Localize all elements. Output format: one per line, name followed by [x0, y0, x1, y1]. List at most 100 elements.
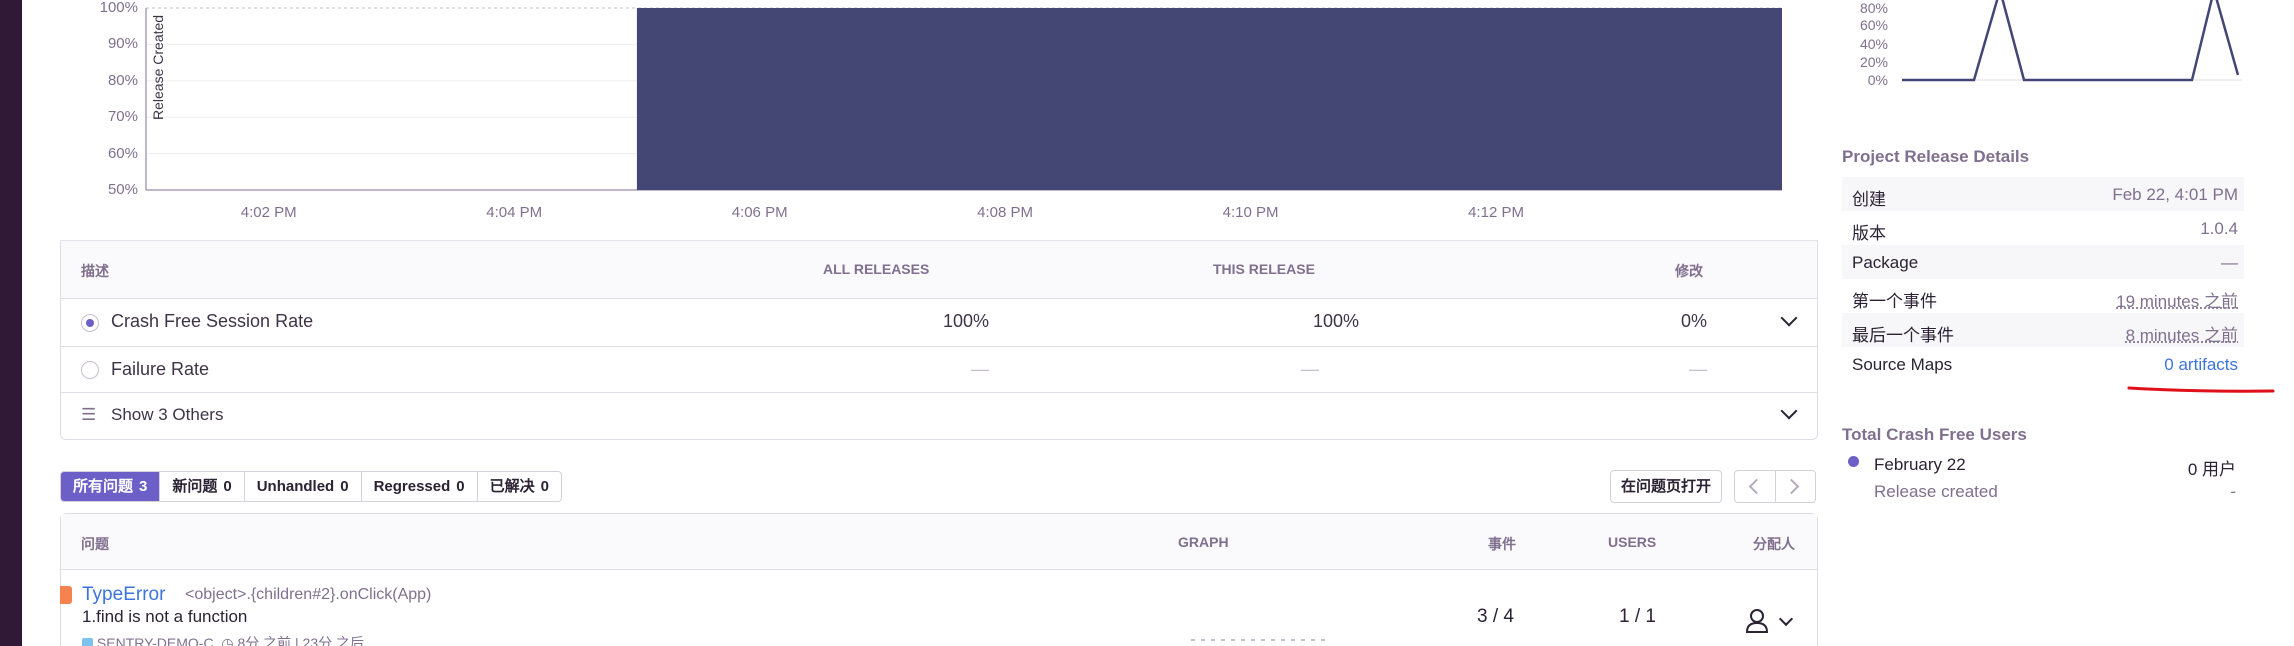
row-label: Failure Rate — [111, 359, 210, 379]
issue-events: 3 / 4 — [1477, 606, 1514, 627]
tab-count: 0 — [540, 478, 549, 495]
issue-culprit: <object>.{children#2}.onClick(App) — [185, 586, 432, 603]
issue-users: 1 / 1 — [1619, 606, 1656, 627]
last-event-link[interactable]: 8 minutes 之前 — [2126, 321, 2238, 346]
chevron-left-icon — [1748, 478, 1765, 495]
detail-key: 最后一个事件 — [1852, 326, 1954, 345]
spark-ytick: 40% — [1859, 36, 1888, 52]
col-all-releases: ALL RELEASES — [823, 261, 930, 277]
tab-count: 0 — [340, 478, 349, 495]
table-row[interactable]: Crash Free Session Rate 100% 100% 0% — [61, 299, 1817, 347]
tab-unhandled[interactable]: Unhandled 0 — [245, 472, 362, 501]
col-change: 修改 — [1675, 263, 1703, 279]
x-tick-label: 4:06 PM — [731, 204, 788, 221]
spark-ytick: 60% — [1859, 17, 1888, 33]
detail-value: 1.0.4 — [2200, 219, 2238, 238]
radio-selected[interactable] — [81, 314, 99, 332]
spark-ytick: 0% — [1867, 72, 1888, 88]
crash-free-chart: 100% 90% 80% 70% 60% 50% 4:02 PM 4:04 PM 4:06 PM… — [60, 0, 1818, 240]
issues-list: 问题 GRAPH 事件 USERS 分配人 TypeError <object>… — [60, 513, 1818, 646]
row-this: — — [1301, 359, 1319, 379]
detail-key: 版本 — [1852, 224, 1886, 243]
table-header: 描述 ALL RELEASES THIS RELEASE 修改 — [61, 241, 1817, 299]
prev-page-button[interactable] — [1735, 471, 1776, 502]
row-all: — — [971, 359, 989, 379]
tab-count: 0 — [223, 478, 232, 495]
tab-label: Unhandled — [256, 478, 335, 495]
detail-value: — — [2221, 253, 2238, 272]
crash-free-users-title: Total Crash Free Users — [1842, 425, 2027, 444]
sparkline-chart — [1902, 0, 2242, 82]
x-tick-label: 4:10 PM — [1222, 204, 1279, 221]
col-users: USERS — [1608, 534, 1657, 550]
col-events: 事件 — [1488, 536, 1516, 552]
chart-canvas — [145, 7, 1782, 191]
detail-row: 创建 Feb 22, 4:01 PM — [1842, 177, 2244, 211]
row-label: Crash Free Session Rate — [111, 311, 314, 331]
series-dot — [1848, 456, 1859, 467]
detail-key: 第一个事件 — [1852, 292, 1937, 311]
source-maps-link[interactable]: 0 artifacts — [2164, 355, 2238, 375]
row-this: 100% — [1312, 311, 1359, 331]
tab-label: 新问题 — [172, 478, 218, 495]
detail-key: Package — [1852, 253, 1919, 272]
open-in-issues-button[interactable]: 在问题页打开 — [1610, 470, 1723, 503]
y-tick-label: 60% — [107, 144, 138, 162]
show-others-label: Show 3 Others — [111, 405, 224, 424]
col-this-release: THIS RELEASE — [1213, 261, 1315, 277]
y-tick-label: 90% — [107, 35, 138, 53]
y-tick-label: 70% — [107, 108, 138, 126]
chevron-down-icon[interactable] — [1778, 611, 1794, 627]
issue-time: 8分 之前 | 23分 之后 — [237, 635, 365, 646]
clock-icon: ◷ — [221, 635, 234, 646]
release-created-label: Release created — [1874, 482, 1998, 501]
radio-unselected[interactable] — [81, 361, 99, 379]
detail-row: Source Maps 0 artifacts — [1842, 347, 2244, 381]
tab-regressed[interactable]: Regressed 0 — [362, 472, 478, 501]
y-tick-label: 50% — [107, 181, 138, 198]
x-tick-label: 4:12 PM — [1468, 204, 1524, 221]
col-assignee: 分配人 — [1753, 536, 1795, 552]
chevron-down-icon[interactable] — [1780, 309, 1798, 327]
col-desc: 描述 — [81, 263, 109, 279]
release-details-title: Project Release Details — [1842, 147, 2030, 166]
detail-row: 版本 1.0.4 — [1842, 211, 2244, 245]
next-page-button[interactable] — [1776, 471, 1816, 502]
tab-resolved[interactable]: 已解决 0 — [478, 472, 561, 501]
detail-key: 创建 — [1852, 190, 1886, 209]
tab-label: 已解决 — [489, 478, 535, 495]
level-indicator — [60, 586, 72, 604]
crash-free-date: February 22 — [1874, 455, 1966, 474]
release-created-value: - — [2230, 482, 2236, 501]
spark-ytick: 20% — [1859, 54, 1888, 70]
red-annotation-mark — [2127, 386, 2275, 393]
first-event-link[interactable]: 19 minutes 之前 — [2116, 287, 2238, 312]
spark-ytick: 80% — [1859, 0, 1888, 16]
release-sidebar: 80% 60% 40% 20% 0% Project Release Detai… — [1842, 0, 2275, 646]
issue-message: 1.find is not a function — [82, 607, 248, 626]
issue-title-link[interactable]: TypeError — [82, 584, 165, 606]
chevron-right-icon — [1783, 478, 1799, 495]
tab-count: 0 — [456, 478, 465, 495]
row-change: 0% — [1680, 311, 1707, 331]
tab-label: 所有问题 — [73, 478, 134, 495]
detail-value: Feb 22, 4:01 PM — [2112, 185, 2238, 204]
table-row[interactable]: Failure Rate — — — — [61, 347, 1817, 393]
release-created-marker: Release Created — [150, 14, 166, 120]
show-others-row[interactable]: ☰ Show 3 Others — [61, 393, 1817, 439]
col-issue: 问题 — [81, 536, 109, 552]
user-icon[interactable] — [1745, 608, 1769, 634]
issue-graph — [1191, 639, 1331, 641]
issues-header: 问题 GRAPH 事件 USERS 分配人 — [61, 514, 1817, 570]
chevron-down-icon[interactable] — [1780, 402, 1798, 420]
tab-new-issues[interactable]: 新问题 0 — [160, 472, 245, 501]
series-area — [636, 8, 1782, 190]
tab-label: Regressed — [373, 478, 451, 495]
row-change: — — [1689, 359, 1707, 379]
project-name[interactable]: SENTRY-DEMO-C — [97, 635, 214, 646]
detail-row: 最后一个事件 8 minutes 之前 — [1842, 313, 2244, 347]
x-tick-label: 4:04 PM — [486, 204, 543, 221]
tab-all-issues[interactable]: 所有问题 3 — [61, 472, 161, 501]
tab-count: 3 — [139, 478, 148, 495]
y-tick-label: 80% — [107, 71, 138, 89]
